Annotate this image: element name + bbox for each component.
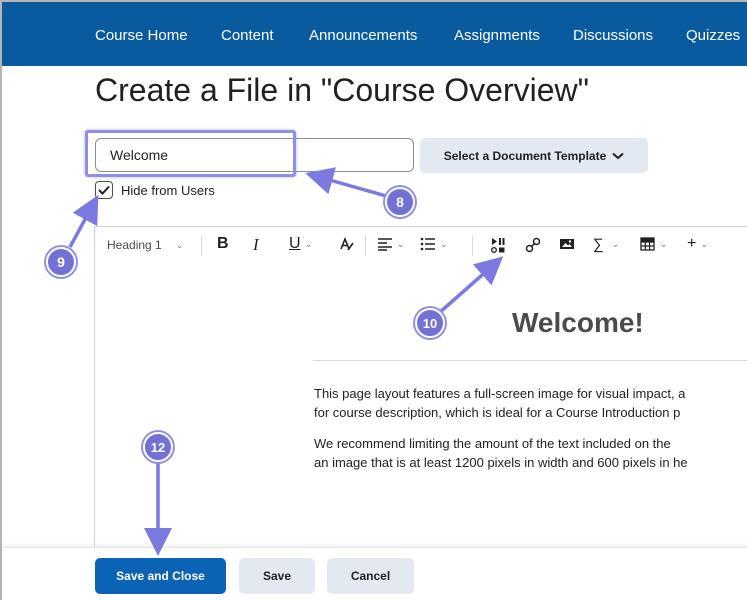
save-and-close-button[interactable]: Save and Close [95,558,226,594]
title-highlight-box [85,130,296,177]
cancel-button[interactable]: Cancel [327,558,414,594]
nav-assignments[interactable]: Assignments [454,27,540,44]
document-paragraph-2-line-2: an image that is at least 1200 pixels in… [314,455,688,470]
hide-from-users-label: Hide from Users [121,182,215,198]
image-icon [560,239,574,249]
editor-toolbar: Heading 1 ⌄ B I U ⌄ ⌄ ⌄ ∑ ⌄ ⌄ + ⌄ [95,227,747,265]
underline-label: U [289,235,301,252]
chevron-down-icon: ⌄ [611,239,620,249]
italic-button[interactable]: I [253,235,259,255]
hide-from-users-checkbox[interactable] [95,181,113,199]
chevron-down-icon: ⌄ [700,238,708,249]
more-insert-button[interactable]: + ⌄ [687,235,708,253]
chevron-down-icon: ⌄ [397,238,405,249]
sigma-icon: ∑ [593,236,604,253]
bullet-list-icon [420,237,435,251]
window-frame: Course Home Content Announcements Assign… [0,0,747,600]
document-paragraph-1-line-1: This page layout features a full-screen … [314,386,686,401]
text-color-button[interactable] [339,236,355,252]
text-style-icon [340,236,354,251]
toolbar-divider [365,236,366,256]
nav-course-home[interactable]: Course Home [95,27,188,44]
toolbar-divider [472,236,473,256]
chevron-down-icon: ⌄ [440,238,448,249]
plus-icon: + [687,235,697,252]
select-template-label: Select a Document Template [443,148,607,163]
callout-badge-10: 10 [415,308,445,338]
hide-from-users-row[interactable]: Hide from Users [95,181,215,199]
course-navbar: Course Home Content Announcements Assign… [2,2,747,66]
table-button[interactable]: ⌄ [640,237,668,251]
equation-button[interactable]: ∑ ⌄ [593,236,619,253]
nav-content[interactable]: Content [221,27,274,44]
link-icon [525,237,541,253]
checkmark-icon [98,185,110,195]
nav-announcements[interactable]: Announcements [309,27,417,44]
insert-stuff-icon [491,238,505,253]
insert-link-button[interactable] [525,237,541,253]
page-title: Create a File in "Course Overview" [95,72,589,108]
nav-discussions[interactable]: Discussions [573,27,653,44]
format-select[interactable]: Heading 1 ⌄ [107,238,183,252]
insert-image-button[interactable] [559,237,575,251]
document-paragraph-1-line-2: for course description, which is ideal f… [314,405,681,420]
document-divider [313,360,747,361]
insert-stuff-button[interactable] [490,237,506,253]
chevron-down-icon: ⌄ [660,238,668,249]
bold-button[interactable]: B [217,235,229,253]
callout-badge-12: 12 [143,432,173,462]
format-select-label: Heading 1 [107,238,162,252]
chevron-down-icon: ⌄ [175,239,184,250]
select-template-button[interactable]: Select a Document Template [420,138,648,173]
list-button[interactable]: ⌄ [420,237,448,251]
document-heading: Welcome! [512,307,644,338]
callout-badge-9: 9 [46,247,76,277]
chevron-down-icon: ⌄ [304,238,313,249]
underline-button[interactable]: U ⌄ [289,235,312,253]
align-left-icon [378,238,392,251]
align-button[interactable]: ⌄ [377,237,405,251]
table-icon [640,237,655,251]
chevron-down-icon [612,152,624,159]
save-button[interactable]: Save [239,558,315,594]
toolbar-divider [201,236,202,256]
document-paragraph-2-line-1: We recommend limiting the amount of the … [314,436,671,451]
nav-quizzes[interactable]: Quizzes [686,27,740,44]
callout-badge-8: 8 [385,187,415,217]
